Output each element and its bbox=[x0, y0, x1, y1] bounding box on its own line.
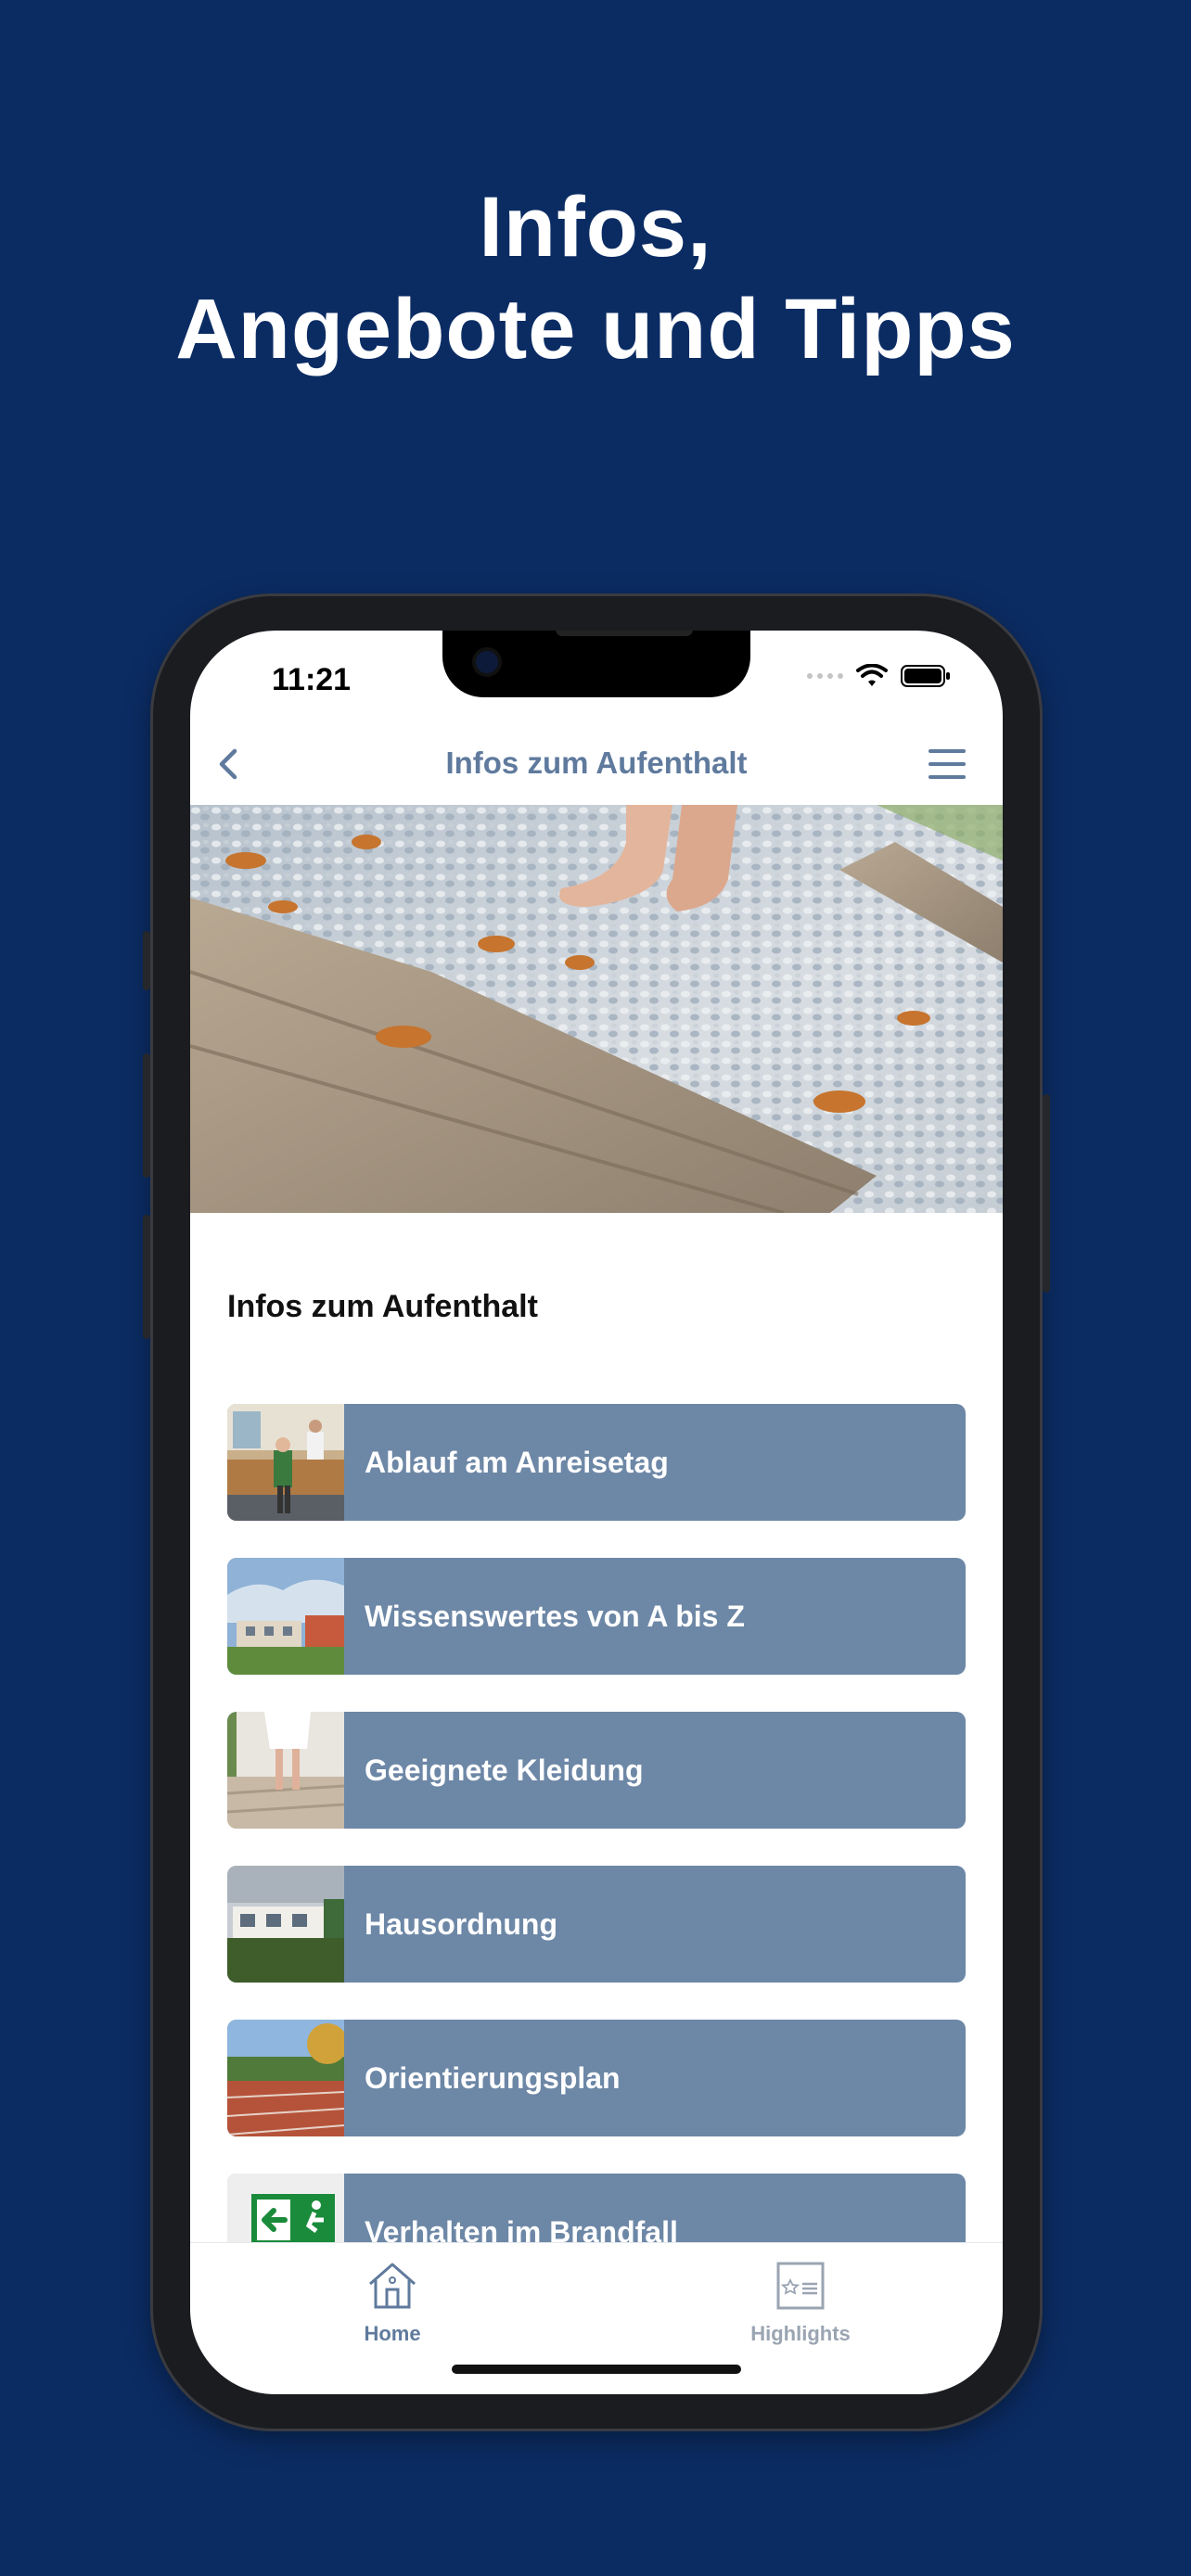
cellular-signal-icon bbox=[807, 673, 843, 679]
tab-highlights[interactable]: Highlights bbox=[708, 2260, 893, 2346]
list-item-label: Wissenswertes von A bis Z bbox=[365, 1599, 745, 1633]
thumbnail-bathrobe-image bbox=[227, 1712, 344, 1829]
status-icons bbox=[807, 664, 951, 688]
list-item-label: Hausordnung bbox=[365, 1906, 557, 1941]
phone-silent-switch bbox=[143, 931, 150, 990]
status-time: 11:21 bbox=[272, 662, 352, 697]
thumbnail-reception-image bbox=[227, 1404, 344, 1521]
promo-headline: Infos, Angebote und Tipps bbox=[0, 176, 1191, 380]
home-indicator bbox=[452, 2365, 741, 2374]
list-item-label: Ablauf am Anreisetag bbox=[365, 1445, 669, 1479]
nav-title: Infos zum Aufenthalt bbox=[445, 746, 748, 780]
list-item-orientierungsplan[interactable]: Orientierungsplan bbox=[227, 2020, 966, 2136]
list-item-wissenswertes[interactable]: Wissenswertes von A bis Z bbox=[227, 1558, 966, 1675]
phone-power-button bbox=[1043, 1094, 1050, 1293]
phone-volume-down bbox=[143, 1215, 150, 1339]
thumbnail-running-track-image bbox=[227, 2020, 344, 2136]
house-icon bbox=[369, 2263, 416, 2309]
promo-headline-line1: Infos, bbox=[479, 180, 712, 274]
thumbnail-building-image bbox=[227, 1558, 344, 1675]
list-item-hausordnung[interactable]: Hausordnung bbox=[227, 1866, 966, 1983]
promo-headline-line2: Angebote und Tipps bbox=[175, 282, 1016, 376]
section-title: Infos zum Aufenthalt bbox=[227, 1289, 538, 1324]
navigation-bar: Infos zum Aufenthalt bbox=[190, 723, 1003, 805]
tab-highlights-label: Highlights bbox=[750, 2322, 851, 2345]
list-item-label: Geeignete Kleidung bbox=[365, 1753, 644, 1787]
hero-image bbox=[190, 805, 1003, 1213]
list-item-kleidung[interactable]: Geeignete Kleidung bbox=[227, 1712, 966, 1829]
speaker bbox=[556, 631, 693, 636]
camera bbox=[476, 651, 498, 673]
app-screen: 11:21 Infos zum Aufenthalt Infos zum Auf… bbox=[190, 631, 1003, 2394]
list-item-label: Orientierungsplan bbox=[365, 2060, 621, 2095]
thumbnail-clinic-exterior-image bbox=[227, 1866, 344, 1983]
list-item-ablauf[interactable]: Ablauf am Anreisetag bbox=[227, 1404, 966, 1521]
notch bbox=[442, 631, 750, 697]
tab-home[interactable]: Home bbox=[300, 2260, 485, 2346]
phone-volume-up bbox=[143, 1053, 150, 1178]
info-list: Ablauf am Anreisetag Wissenswertes von A… bbox=[227, 1404, 966, 2327]
battery-icon bbox=[901, 665, 950, 687]
tab-home-label: Home bbox=[364, 2322, 421, 2345]
hamburger-menu-icon[interactable] bbox=[927, 746, 967, 783]
highlights-icon bbox=[776, 2262, 825, 2310]
wifi-icon bbox=[856, 664, 888, 686]
